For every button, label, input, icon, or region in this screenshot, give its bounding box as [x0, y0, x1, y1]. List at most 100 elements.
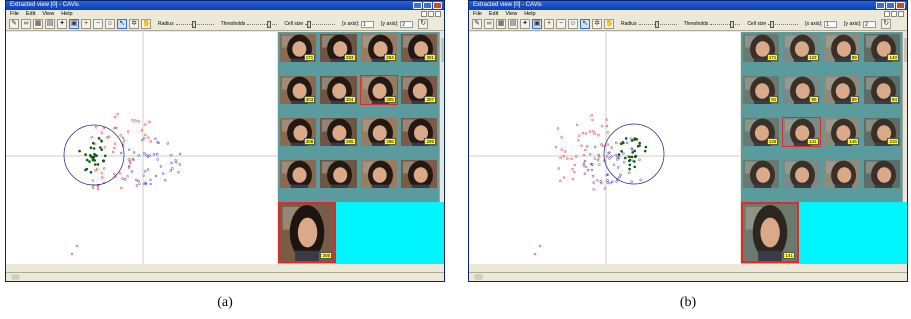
selected-point[interactable] — [103, 154, 107, 158]
thumbnail[interactable]: 301 — [399, 33, 438, 63]
scatter-point[interactable] — [122, 139, 126, 142]
selected-point[interactable] — [633, 160, 636, 163]
scatter-point[interactable] — [149, 178, 152, 182]
menu-edit[interactable]: Edit — [489, 10, 498, 18]
scatter-point[interactable] — [135, 184, 139, 187]
selected-point[interactable] — [78, 149, 81, 153]
scatter-point[interactable] — [593, 145, 597, 149]
scatter-point[interactable] — [129, 161, 132, 165]
menu-view[interactable]: View — [505, 10, 517, 18]
selected-point[interactable] — [617, 153, 621, 156]
scatter-canvas[interactable] — [469, 32, 740, 264]
thumbnail[interactable]: 307 — [399, 75, 438, 105]
selected-point[interactable] — [99, 146, 102, 149]
thumbnail[interactable]: 210 — [862, 117, 901, 147]
selected-point[interactable] — [91, 158, 95, 162]
selected-point[interactable] — [96, 163, 100, 166]
scatter-point[interactable] — [155, 152, 159, 156]
pencil-icon[interactable]: ✎ — [9, 19, 19, 29]
scatter-point[interactable] — [132, 151, 136, 154]
selected-point[interactable] — [624, 137, 628, 140]
scatter-point[interactable] — [161, 172, 165, 175]
scatter-point[interactable] — [606, 143, 610, 146]
close-button[interactable] — [433, 2, 442, 9]
scatter-point[interactable] — [91, 186, 95, 190]
scatter-point[interactable] — [610, 146, 613, 149]
minimize-button[interactable] — [413, 2, 422, 9]
selected-point[interactable] — [634, 155, 637, 158]
scatter-point[interactable] — [94, 169, 97, 172]
outlier-point[interactable] — [538, 244, 542, 248]
scatter-point[interactable] — [577, 134, 581, 137]
wand-icon[interactable]: ✦ — [520, 19, 530, 29]
scatter-point[interactable] — [113, 146, 116, 150]
scatter-point[interactable] — [146, 168, 150, 171]
view-b-icon[interactable]: ▤ — [508, 19, 518, 29]
gear-icon[interactable]: ✲ — [592, 19, 602, 29]
selected-point[interactable] — [619, 142, 623, 146]
scatter-point[interactable] — [554, 145, 558, 149]
scatter-plot[interactable] — [469, 32, 740, 264]
scatter-point[interactable] — [575, 155, 578, 158]
scatter-point[interactable] — [102, 126, 106, 130]
scatter-point[interactable] — [573, 170, 576, 174]
scatter-point[interactable] — [582, 164, 586, 168]
scatter-point[interactable] — [156, 158, 159, 161]
image-icon[interactable]: ▣ — [532, 19, 542, 29]
scatter-point[interactable] — [144, 123, 147, 126]
scatter-point[interactable] — [113, 142, 117, 145]
scatter-point[interactable] — [178, 152, 182, 156]
scatter-point[interactable] — [597, 153, 600, 157]
outlier-point[interactable] — [533, 252, 537, 256]
scatter-point[interactable] — [103, 146, 107, 149]
thumbnail[interactable] — [822, 159, 861, 189]
mdi-close-button[interactable] — [435, 11, 441, 17]
thumbnail[interactable] — [742, 159, 781, 189]
image-icon[interactable]: ▣ — [69, 19, 79, 29]
selected-point[interactable] — [644, 145, 648, 149]
selected-point[interactable] — [95, 154, 98, 157]
zoom-out-icon[interactable]: − — [93, 19, 103, 29]
scatter-point[interactable] — [174, 158, 177, 162]
scatter-point[interactable] — [119, 134, 123, 137]
selection-circle[interactable] — [603, 123, 665, 185]
resize-grip[interactable] — [474, 274, 483, 280]
selected-point[interactable] — [630, 155, 634, 159]
scatter-point[interactable] — [608, 157, 611, 160]
selected-point[interactable] — [624, 156, 627, 160]
scatter-point[interactable] — [116, 112, 119, 116]
zoom-in-icon[interactable]: + — [81, 19, 91, 29]
scatter-point[interactable] — [596, 158, 600, 162]
scatter-point[interactable] — [90, 135, 94, 139]
scatter-point[interactable] — [638, 158, 641, 162]
scatter-point[interactable] — [585, 145, 589, 148]
scatter-point[interactable] — [178, 163, 182, 166]
scatter-point[interactable] — [131, 118, 134, 122]
scatter-point[interactable] — [563, 150, 567, 153]
scatter-point[interactable] — [163, 178, 167, 182]
view-b-icon[interactable]: ▤ — [45, 19, 55, 29]
selected-point[interactable] — [635, 138, 638, 141]
selected-point[interactable] — [628, 158, 632, 162]
maximize-button[interactable] — [423, 2, 432, 9]
selected-point[interactable] — [92, 147, 96, 150]
scatter-point[interactable] — [556, 127, 560, 130]
scatter-point[interactable] — [127, 148, 131, 151]
scatter-point[interactable] — [606, 131, 610, 134]
x-axis-field[interactable]: 1 — [361, 20, 375, 28]
scatter-point[interactable] — [171, 167, 174, 170]
scatter-point[interactable] — [602, 144, 605, 148]
scatter-point[interactable] — [95, 167, 99, 171]
scatter-point[interactable] — [588, 152, 592, 156]
scatter-point[interactable] — [566, 157, 569, 160]
selected-point[interactable] — [638, 144, 641, 147]
selected-point[interactable] — [633, 165, 637, 169]
scatter-point[interactable] — [177, 171, 180, 174]
scatter-point[interactable] — [619, 173, 622, 176]
thumbnail[interactable]: 94 — [862, 75, 901, 105]
selected-point[interactable] — [94, 163, 97, 166]
scatter-point[interactable] — [149, 182, 152, 186]
scatter-point[interactable] — [628, 171, 631, 174]
thumbnail[interactable] — [782, 159, 821, 189]
scatter-point[interactable] — [583, 159, 587, 163]
